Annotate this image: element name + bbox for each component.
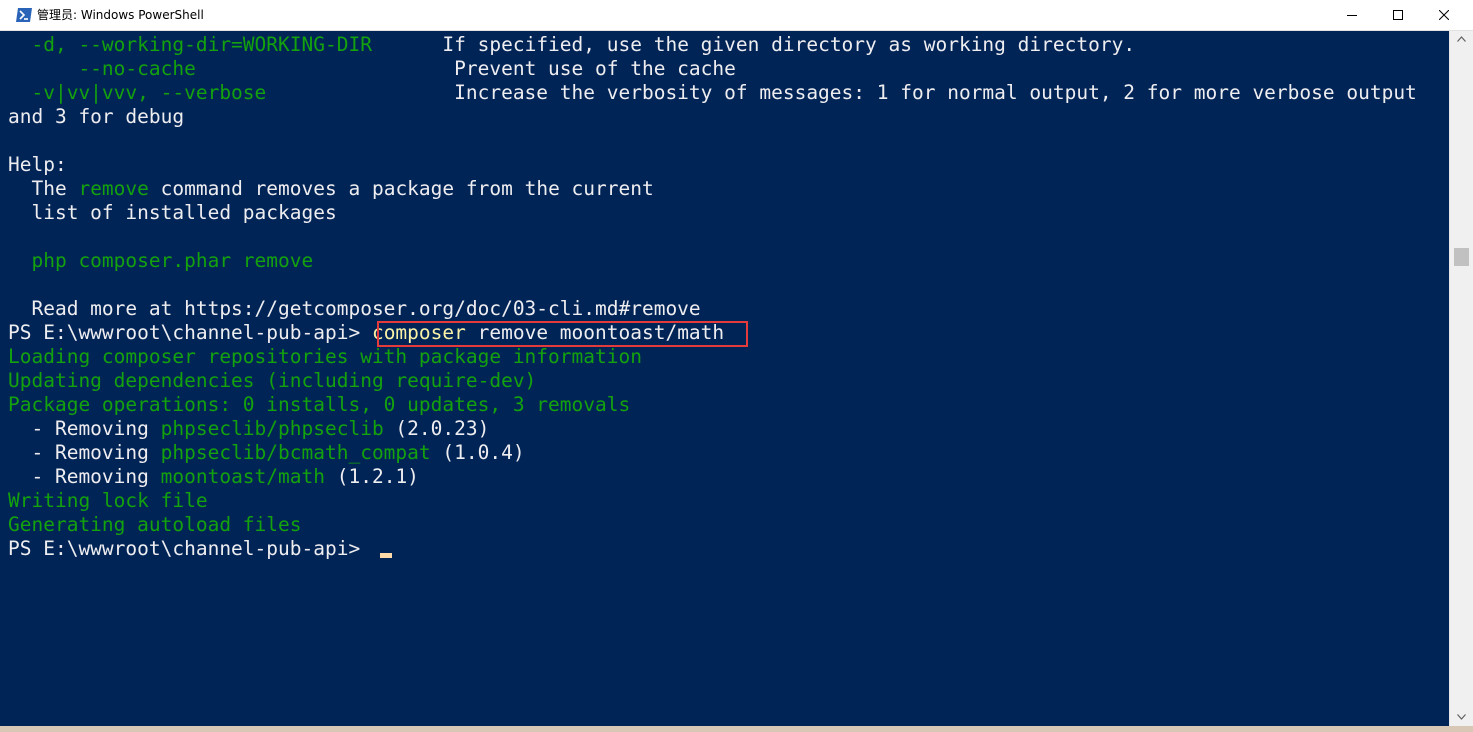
terminal-text-segment: - Removing [8,465,161,488]
window-title: 管理员: Windows PowerShell [37,8,204,22]
terminal-line: Read more at https://getcomposer.org/doc… [8,297,701,321]
terminal-text-segment: Generating autoload files [8,513,302,536]
terminal-text-segment: list of installed packages [8,201,337,224]
terminal-text-segment: Writing lock file [8,489,208,512]
terminal-text-segment: Updating dependencies (including require… [8,369,537,392]
terminal-text-segment: remove moontoast/math [465,321,725,344]
terminal-text-segment: and 3 for debug [8,105,185,128]
terminal-line: --no-cache Prevent use of the cache [8,57,736,81]
minimize-icon [1347,15,1357,16]
close-button[interactable] [1421,0,1467,30]
terminal-text-segment: phpseclib/bcmath_compat [160,441,431,464]
terminal-text-segment: Package operations: 0 installs, 0 update… [8,393,631,416]
terminal-text-segment: (2.0.23) [383,417,490,440]
terminal-text-segment: Read more at https://getcomposer.org/doc… [8,297,701,320]
title-bar[interactable]: 管理员: Windows PowerShell [0,0,1473,31]
terminal-text-segment: - Removing [8,441,161,464]
terminal-text-segment: Help: [8,153,67,176]
terminal-text-segment: Prevent use of the cache [195,57,736,80]
terminal-text-segment: The [8,177,79,200]
powershell-window: 管理员: Windows PowerShell -d, --working-di… [0,0,1473,732]
maximize-icon [1393,10,1403,20]
terminal-text-segment: -d, --working-dir=WORKING-DIR [8,33,372,56]
arrow-down-icon [1457,714,1466,720]
terminal-text-segment: PS E:\wwwroot\channel-pub-api> [8,321,372,344]
arrow-up-icon [1457,36,1466,42]
terminal-text-segment: moontoast/math [160,465,325,488]
terminal-line: php composer.phar remove [8,249,313,273]
terminal-text-segment: (1.0.4) [430,441,525,464]
close-icon [1439,10,1449,20]
terminal-line: Loading composer repositories with packa… [8,345,642,369]
terminal-text-segment: - Removing [8,417,161,440]
terminal-line: The remove command removes a package fro… [8,177,654,201]
terminal-text-segment: Increase the verbosity of messages: 1 fo… [266,81,1417,104]
terminal-text-segment: --no-cache [8,57,196,80]
console-output[interactable]: -d, --working-dir=WORKING-DIR If specifi… [0,31,1449,726]
terminal-line: Package operations: 0 installs, 0 update… [8,393,630,417]
terminal-line: PS E:\wwwroot\channel-pub-api> [8,537,372,561]
terminal-text-segment: phpseclib/phpseclib [160,417,384,440]
terminal-text-segment: PS E:\wwwroot\channel-pub-api> [8,537,372,560]
terminal-text-segment: php composer.phar remove [8,249,314,272]
terminal-text-segment: -v|vv|vvv, --verbose [8,81,267,104]
terminal-line: Writing lock file [8,489,208,513]
terminal-text-segment: composer [371,321,466,344]
terminal-line: and 3 for debug [8,105,184,129]
desktop-background-strip [0,726,1473,732]
vertical-scrollbar[interactable] [1449,31,1473,726]
terminal-line: - Removing phpseclib/bcmath_compat (1.0.… [8,441,525,465]
minimize-button[interactable] [1329,0,1375,30]
terminal-line: - Removing moontoast/math (1.2.1) [8,465,419,489]
scroll-up-button[interactable] [1450,31,1473,48]
powershell-icon[interactable] [16,8,32,22]
terminal-text-segment: command removes a package from the curre… [148,177,654,200]
terminal-line: -v|vv|vvv, --verbose Increase the verbos… [8,81,1417,105]
terminal-line: list of installed packages [8,201,337,225]
maximize-button[interactable] [1375,0,1421,30]
terminal-line: PS E:\wwwroot\channel-pub-api> composer … [8,321,724,345]
text-cursor [380,553,392,558]
scroll-thumb[interactable] [1454,248,1469,266]
terminal-line: Help: [8,153,67,177]
terminal-line: Updating dependencies (including require… [8,369,536,393]
terminal-line: -d, --working-dir=WORKING-DIR If specifi… [8,33,1135,57]
terminal-text-segment: remove [78,177,149,200]
terminal-line: Generating autoload files [8,513,302,537]
terminal-text-segment: Loading composer repositories with packa… [8,345,642,368]
scroll-down-button[interactable] [1450,709,1473,726]
terminal-text-segment: If specified, use the given directory as… [371,33,1136,56]
terminal-line: - Removing phpseclib/phpseclib (2.0.23) [8,417,489,441]
terminal-text-segment: (1.2.1) [325,465,419,488]
